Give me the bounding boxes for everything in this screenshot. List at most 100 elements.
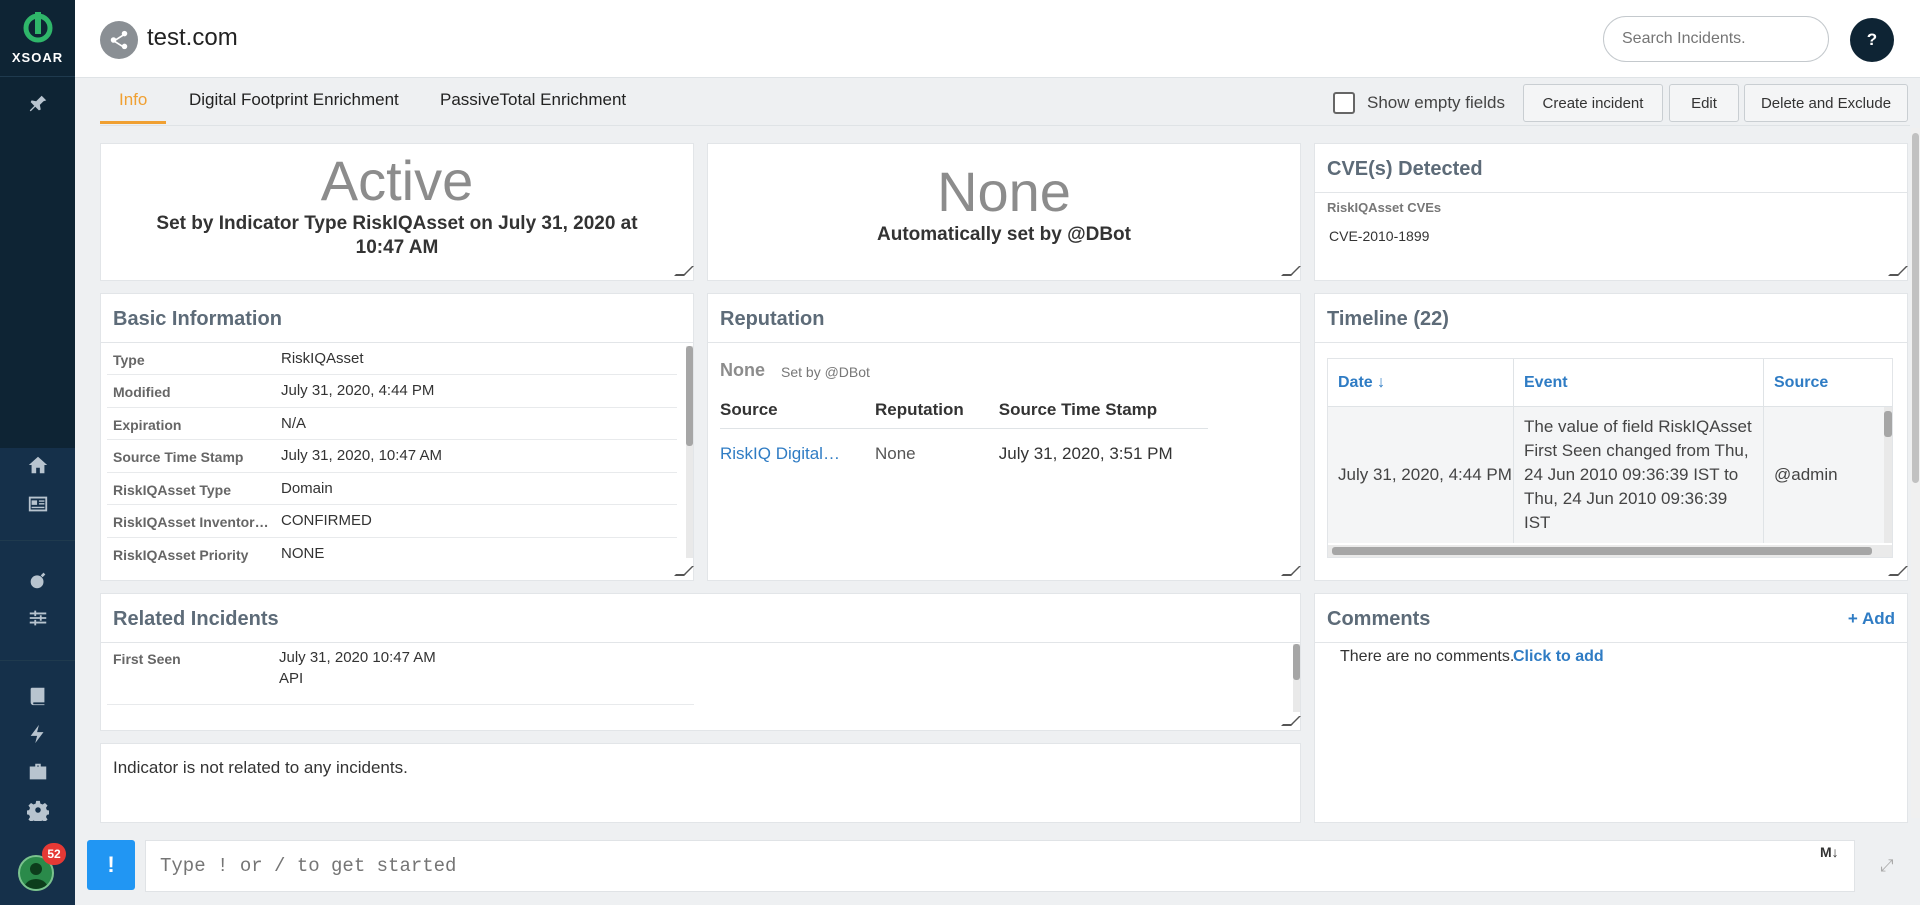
reputation-source-link[interactable]: RiskIQ Digital…	[720, 428, 875, 470]
cve-field-label: RiskIQAsset CVEs	[1327, 200, 1442, 215]
page-header: test.com ?	[75, 0, 1920, 78]
add-comment-button[interactable]: + Add	[1848, 609, 1895, 629]
event-column-header[interactable]: Event	[1514, 359, 1764, 407]
tab-digital-footprint-enrichment[interactable]: Digital Footprint Enrichment	[170, 90, 418, 124]
field-value: API	[279, 670, 304, 687]
reputation-table: Source Reputation Source Time Stamp Risk…	[720, 398, 1208, 470]
field-label: Type	[113, 352, 145, 368]
column-header: Source	[720, 398, 875, 429]
horizontal-scrollbar[interactable]	[1328, 545, 1892, 557]
show-empty-fields-checkbox[interactable]	[1333, 92, 1355, 114]
brand-name: XSOAR	[11, 49, 64, 65]
marketplace-icon[interactable]	[0, 754, 75, 790]
field-value: Domain	[281, 480, 333, 497]
column-header: Source Time Stamp	[998, 398, 1208, 429]
related-incidents-title: Related Incidents	[113, 608, 279, 630]
search-input[interactable]	[1603, 16, 1829, 62]
field-label: RiskIQAsset Type	[113, 482, 232, 498]
status-set-time: 10:47 AM	[355, 237, 439, 258]
basic-information-title: Basic Information	[113, 308, 282, 330]
status-set-by: Set by Indicator Type RiskIQAsset on Jul…	[156, 213, 638, 234]
home-icon[interactable]	[0, 447, 75, 483]
automation-icon[interactable]	[0, 716, 75, 752]
basic-information-panel: Basic Information Type RiskIQAsset Modif…	[100, 293, 694, 581]
field-value: July 31, 2020, 10:47 AM	[281, 447, 442, 464]
reputation-value: None	[720, 360, 765, 380]
resize-handle[interactable]	[1888, 566, 1908, 576]
resize-handle[interactable]	[1281, 266, 1301, 276]
related-incidents-empty: Indicator is not related to any incident…	[100, 743, 1301, 823]
status-value: Active	[320, 149, 474, 212]
command-button[interactable]: !	[87, 840, 135, 890]
playbooks-icon[interactable]	[0, 678, 75, 714]
field-value: CONFIRMED	[281, 512, 372, 529]
comments-panel: Comments + Add There are no comments. Cl…	[1314, 593, 1908, 823]
field-value: July 31, 2020 10:47 AM	[279, 649, 436, 666]
comments-title: Comments	[1327, 608, 1431, 630]
resize-handle[interactable]	[1281, 716, 1301, 726]
table-row: July 31, 2020, 4:44 PM The value of fiel…	[1328, 407, 1892, 543]
command-composer: ! M↓ ⤢	[75, 826, 1920, 905]
timeline-table: Date ↓ Event Source July 31, 2020, 4:44 …	[1327, 358, 1893, 558]
expand-icon[interactable]: ⤢	[1880, 856, 1894, 876]
status-panel: Active Set by Indicator Type RiskIQAsset…	[100, 143, 694, 281]
resize-handle[interactable]	[674, 266, 694, 276]
field-label: First Seen	[113, 651, 181, 667]
tab-passivetotal-enrichment[interactable]: PassiveTotal Enrichment	[421, 90, 645, 124]
delete-and-exclude-button[interactable]: Delete and Exclude	[1744, 84, 1908, 122]
empty-message: Indicator is not related to any incident…	[113, 758, 408, 777]
pin-icon[interactable]	[0, 86, 75, 122]
resize-handle[interactable]	[1888, 266, 1908, 276]
date-column-header[interactable]: Date ↓	[1328, 359, 1514, 407]
field-value: N/A	[281, 415, 307, 432]
cve-value: CVE-2010-1899	[1329, 228, 1430, 244]
field-value: NONE	[281, 545, 325, 562]
tab-bar: Info Digital Footprint Enrichment Passiv…	[100, 80, 1910, 126]
related-incidents-panel: Related Incidents First Seen July 31, 20…	[100, 593, 1301, 731]
help-button[interactable]: ?	[1850, 18, 1894, 62]
event-cell: The value of field RiskIQAsset First See…	[1514, 407, 1764, 543]
edit-button[interactable]: Edit	[1669, 84, 1739, 122]
field-value: July 31, 2020, 4:44 PM	[281, 382, 435, 399]
field-label: RiskIQAsset Priority	[113, 547, 249, 563]
indicator-type-icon	[100, 21, 138, 59]
verdict-panel: None Automatically set by @DBot	[707, 143, 1301, 281]
markdown-icon[interactable]: M↓	[1820, 844, 1839, 860]
resize-handle[interactable]	[674, 566, 694, 576]
xsoar-logo-icon	[23, 11, 52, 42]
field-label: RiskIQAsset Inventor…	[113, 514, 269, 530]
no-comments-text: There are no comments.	[1340, 648, 1515, 665]
scrollbar[interactable]	[1293, 644, 1300, 712]
date-cell: July 31, 2020, 4:44 PM	[1328, 407, 1514, 543]
reputation-title: Reputation	[720, 308, 825, 330]
verdict-value: None	[937, 160, 1071, 223]
create-incident-button[interactable]: Create incident	[1523, 84, 1663, 122]
field-label: Source Time Stamp	[113, 449, 244, 465]
cve-panel: CVE(s) Detected RiskIQAsset CVEs CVE-201…	[1314, 143, 1908, 281]
incidents-icon[interactable]	[0, 562, 75, 598]
scrollbar[interactable]	[1884, 407, 1892, 543]
indicators-icon[interactable]	[0, 600, 75, 636]
main-scrollbar[interactable]	[1911, 128, 1920, 818]
verdict-set-by: Automatically set by @DBot	[877, 224, 1131, 245]
notification-badge[interactable]: 52	[42, 843, 66, 865]
reports-icon[interactable]	[0, 486, 75, 522]
scrollbar[interactable]	[686, 346, 693, 558]
source-cell: @admin	[1774, 465, 1838, 484]
sidebar: XSOAR 52	[0, 0, 75, 905]
show-empty-fields-label[interactable]: Show empty fields	[1367, 93, 1505, 113]
tab-info[interactable]: Info	[100, 90, 167, 124]
xsoar-logo[interactable]: XSOAR	[0, 0, 75, 77]
resize-handle[interactable]	[1281, 566, 1301, 576]
table-row: RiskIQ Digital… None July 31, 2020, 3:51…	[720, 428, 1208, 470]
field-value: RiskIQAsset	[281, 350, 364, 367]
source-column-header[interactable]: Source	[1764, 359, 1892, 407]
settings-icon[interactable]	[0, 792, 75, 828]
timestamp-cell: July 31, 2020, 3:51 PM	[998, 444, 1173, 464]
command-input[interactable]	[145, 840, 1855, 892]
click-to-add-link[interactable]: Click to add	[1513, 648, 1604, 666]
page-title: test.com	[147, 24, 238, 51]
reputation-set-by: Set by @DBot	[781, 364, 870, 380]
column-header: Reputation	[874, 398, 999, 429]
timeline-panel: Timeline (22) Date ↓ Event Source July 3…	[1314, 293, 1908, 581]
